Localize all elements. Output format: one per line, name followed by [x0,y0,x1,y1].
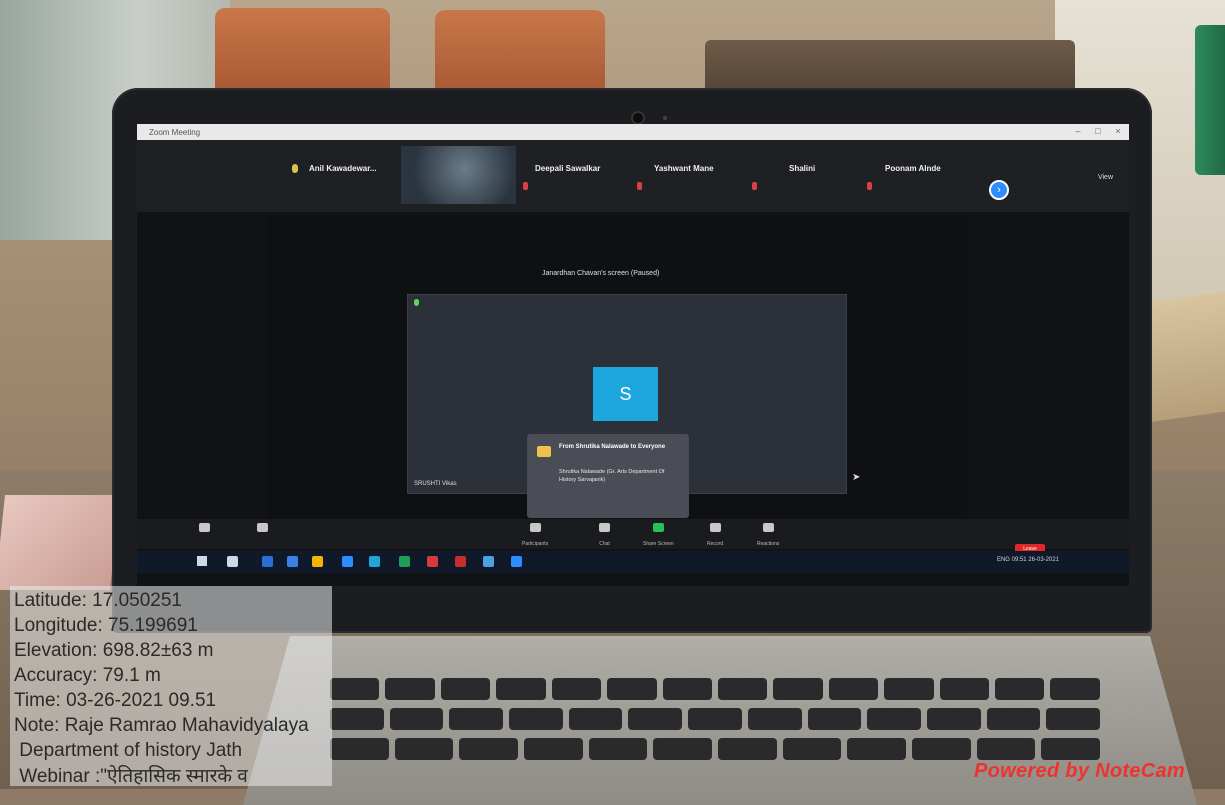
participant-strip: Anil Kawadewar... Deepali Sawalkar Yashw… [137,140,1129,212]
start-icon[interactable] [197,556,207,566]
participant-tile[interactable]: Deepali Sawalkar [535,164,600,173]
taskbar-app-icon[interactable] [342,556,353,567]
muted-mic-icon [867,182,872,190]
taskbar-app-icon[interactable] [511,556,522,567]
meeting-toolbar: Participants Chat Share Screen Record Re… [137,519,1129,549]
mic-icon [414,299,419,306]
chat-sender: From Shrutika Nalawade to Everyone [559,444,666,450]
participant-tile[interactable]: Shalini [789,164,815,173]
chair [435,10,605,100]
taskbar-app-icon[interactable] [427,556,438,567]
accuracy-text: Accuracy: 79.1 m [14,665,161,686]
time-text: Time: 03-26-2021 09.51 [14,690,217,711]
share-screen-button[interactable]: Share Screen [643,523,674,550]
video-button[interactable] [257,523,268,532]
chair [215,8,390,100]
window-controls: – □ × [1073,126,1123,136]
muted-mic-icon [523,182,528,190]
mic-icon [199,523,210,532]
search-icon[interactable] [227,556,238,567]
minimize-icon[interactable]: – [1073,126,1083,136]
chat-notification[interactable]: From Shrutika Nalawade to Everyone Shrut… [527,434,689,518]
participant-video-tile[interactable] [401,146,516,204]
participant-tile[interactable]: Poonam Alnde [885,164,941,173]
green-object [1195,25,1225,175]
reactions-icon [762,523,774,532]
video-camera-icon [257,523,268,532]
view-button[interactable]: View [1098,174,1113,181]
maximize-icon[interactable]: □ [1093,126,1103,136]
muted-mic-icon [637,182,642,190]
department-text: Department of history Jath [14,740,243,761]
reactions-button[interactable]: Reactions [757,523,779,550]
taskbar-app-icon[interactable] [369,556,380,567]
record-icon [709,523,721,532]
chat-message: Shrutika Nalawade (Gr. Arts Department O… [559,469,665,483]
next-page-icon[interactable]: › [989,180,1009,200]
mouse-cursor-icon: ➤ [852,472,861,483]
chat-icon [537,446,551,457]
system-tray: ENG 09:51 26-03-2021 [996,557,1059,563]
tile-name: SRUSHTI Vikas [414,481,457,487]
chat-icon [599,523,610,532]
note-text: Note: Raje Ramrao Mahavidyalaya [14,715,309,736]
participant-tile[interactable]: Yashwant Mane [654,164,714,173]
taskbar-app-icon[interactable] [455,556,466,567]
mute-button[interactable] [199,523,210,532]
avatar: S [593,367,658,421]
elevation-text: Elevation: 698.82±63 m [14,640,214,661]
webcam [633,113,643,123]
chat-button[interactable]: Chat [599,523,610,550]
laptop-screen: Zoom Meeting – □ × Anil Kawadewar... Dee… [137,124,1129,586]
muted-mic-icon [752,182,757,190]
participants-icon [529,523,541,532]
participant-tile[interactable]: Anil Kawadewar... [309,164,377,173]
latitude-text: Latitude: 17.050251 [14,590,182,611]
folder-icon[interactable] [312,556,323,567]
participants-button[interactable]: Participants [522,523,548,550]
taskbar-app-icon[interactable] [287,556,298,567]
taskbar-app-icon[interactable] [399,556,410,567]
share-screen-icon [652,523,664,532]
zoom-taskbar-icon[interactable] [483,556,494,567]
share-banner: Janardhan Chavan's screen (Paused) [542,270,660,277]
host-indicator [292,164,298,173]
longitude-text: Longitude: 75.199691 [14,615,198,636]
webcam-led [663,116,667,120]
close-icon[interactable]: × [1113,126,1123,136]
notecam-watermark: Powered by NoteCam [973,760,1185,782]
windows-taskbar: ENG 09:51 26-03-2021 [137,551,1129,573]
window-title: Zoom Meeting [149,127,201,137]
taskbar-app-icon[interactable] [262,556,273,567]
webinar-text: Webinar :"ऐतिहासिक स्मारके व [14,766,248,787]
record-button[interactable]: Record [707,523,723,550]
window-titlebar: Zoom Meeting – □ × [137,124,1129,140]
books [0,495,120,590]
